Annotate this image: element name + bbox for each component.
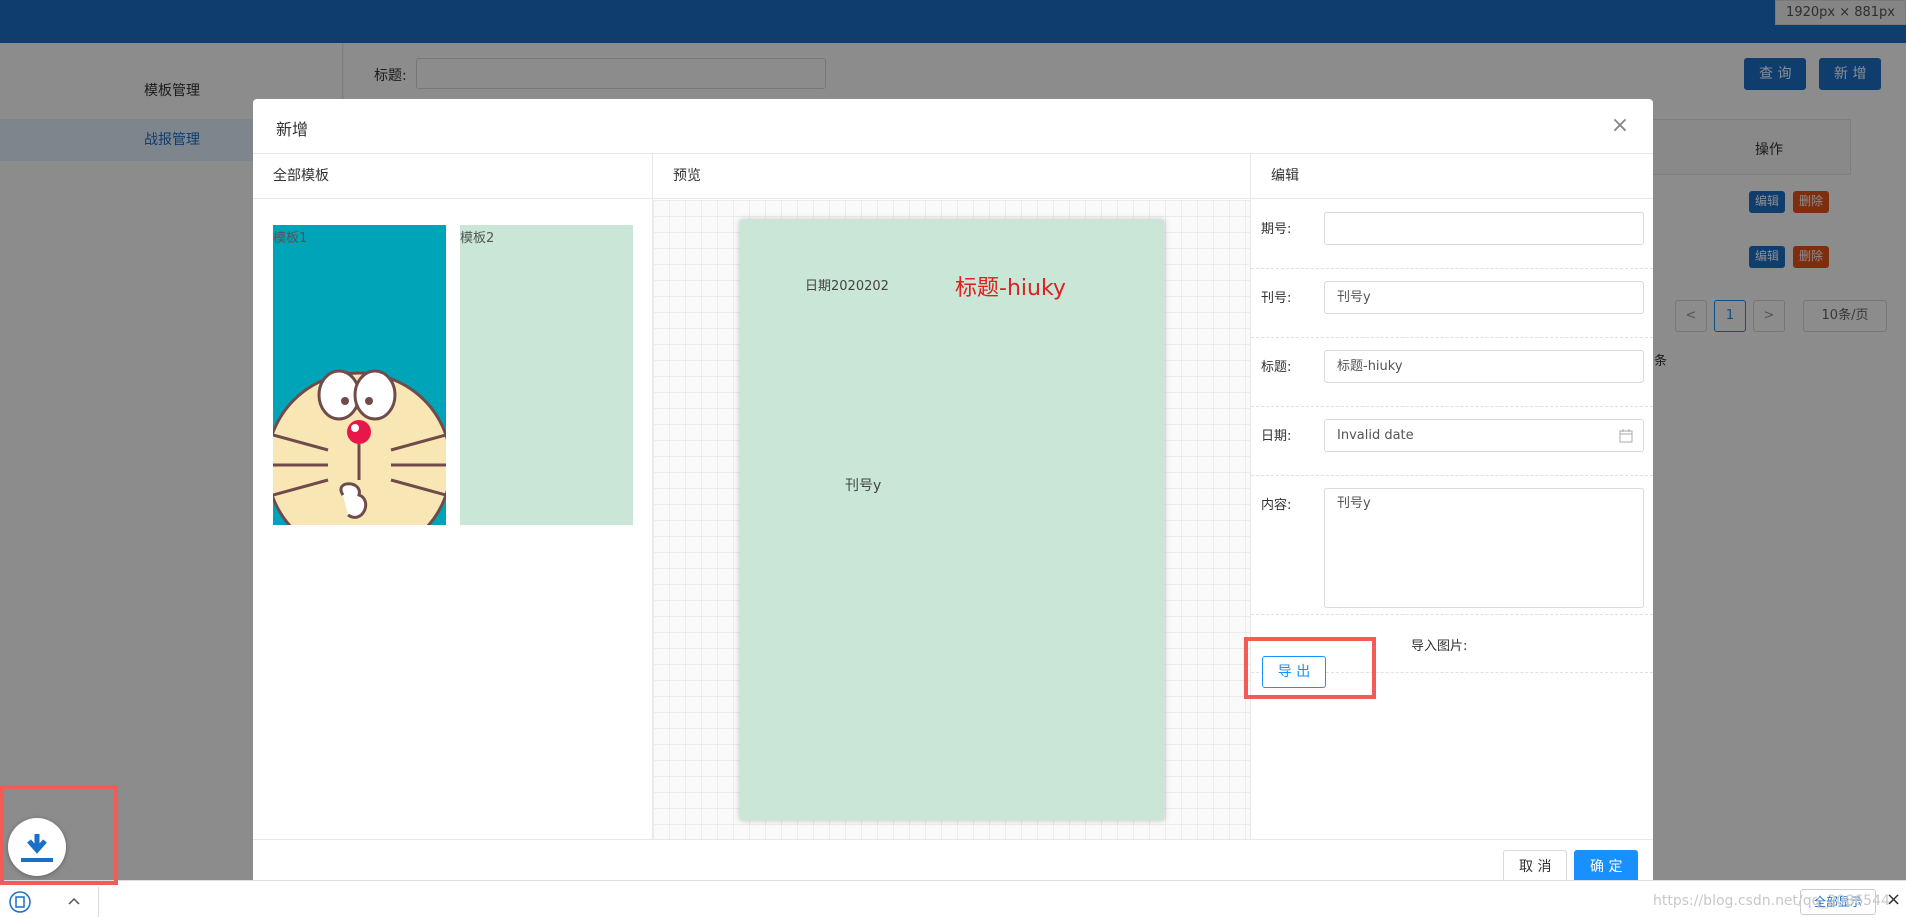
templates-panel: 全部模板 模板1 模板2 <box>253 154 653 839</box>
date-label: 日期: <box>1261 429 1292 444</box>
close-icon[interactable]: × <box>1605 111 1635 141</box>
issue-row: 刊号: 刊号y <box>1251 269 1653 338</box>
chevron-up-icon[interactable] <box>68 896 80 906</box>
doraemon-image <box>273 369 446 525</box>
template-label: 模板1 <box>273 231 308 246</box>
title-row: 标题: 标题-hiuky <box>1251 338 1653 407</box>
modal-title: 新增 <box>276 120 309 139</box>
date-row: 日期: Invalid date <box>1251 407 1653 476</box>
download-icon <box>21 834 53 862</box>
preview-title-text[interactable]: 标题-hiuky <box>955 270 1066 302</box>
divider <box>98 887 99 917</box>
export-button[interactable]: 导 出 <box>1262 656 1326 688</box>
content-row: 内容: 刊号y <box>1251 476 1653 615</box>
template-card-1[interactable]: 模板1 <box>273 225 446 525</box>
add-modal: 新增 × 全部模板 模板1 模板2 预览 日期2020202 标题-hiuky … <box>253 99 1653 899</box>
preview-canvas: 日期2020202 标题-hiuky 刊号y <box>653 200 1250 839</box>
period-row: 期号: <box>1251 200 1653 269</box>
template-card-2[interactable]: 模板2 <box>460 225 633 525</box>
preview-header: 预览 <box>653 154 1250 199</box>
period-input[interactable] <box>1324 212 1644 245</box>
period-label: 期号: <box>1261 222 1292 237</box>
download-float-button[interactable] <box>8 818 66 876</box>
preview-date-text[interactable]: 日期2020202 <box>805 275 889 294</box>
cancel-button[interactable]: 取 消 <box>1503 850 1568 884</box>
edit-panel: 编辑 期号: 刊号: 刊号y 标题: 标题-hiuky 日期: Invalid … <box>1244 154 1653 839</box>
templates-header: 全部模板 <box>253 154 652 199</box>
confirm-button[interactable]: 确 定 <box>1574 850 1639 884</box>
file-icon[interactable] <box>9 891 31 913</box>
content-textarea[interactable]: 刊号y <box>1324 488 1644 608</box>
import-image-label[interactable]: 导入图片: <box>1411 635 1467 654</box>
edit-header: 编辑 <box>1251 154 1653 199</box>
issue-input[interactable]: 刊号y <box>1324 281 1644 314</box>
modal-header: 新增 × <box>253 99 1653 154</box>
issue-label: 刊号: <box>1261 291 1292 306</box>
title-input[interactable]: 标题-hiuky <box>1324 350 1644 383</box>
preview-panel: 预览 日期2020202 标题-hiuky 刊号y <box>653 154 1251 839</box>
watermark-text: https://blog.csdn.net/qq_2086544 <box>1653 893 1890 909</box>
content-label: 内容: <box>1261 498 1292 513</box>
title-label: 标题: <box>1261 360 1292 375</box>
download-bar: 全部显示 × <box>0 880 1906 921</box>
template-label: 模板2 <box>460 231 495 246</box>
preview-paper: 日期2020202 标题-hiuky 刊号y <box>740 220 1164 820</box>
calendar-icon <box>1619 429 1633 443</box>
date-picker[interactable]: Invalid date <box>1324 419 1644 452</box>
preview-issue-text[interactable]: 刊号y <box>845 475 881 495</box>
date-value: Invalid date <box>1337 428 1414 443</box>
